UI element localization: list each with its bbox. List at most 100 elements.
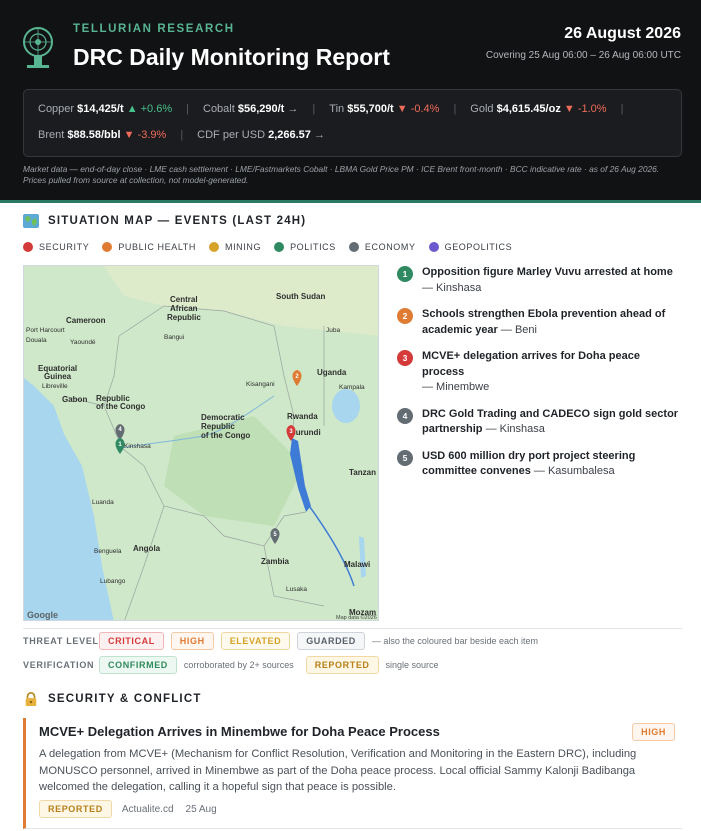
map-label-roc-2: of the Congo — [96, 402, 145, 411]
map-label-drc-1: Democratic — [201, 413, 245, 422]
reported-note: single source — [385, 660, 439, 670]
legend-politics: POLITICS — [274, 242, 336, 252]
event-title-1: Opposition figure Marley Vuvu arrested a… — [422, 266, 673, 278]
confirmed-note: corroborated by 2+ sources — [183, 660, 294, 670]
ticker-item-copper: Copper $14,425/t ▲ +0.6% — [38, 103, 173, 115]
map-label-rwanda: Rwanda — [287, 412, 318, 421]
event-title-4: DRC Gold Trading and CADECO sign gold se… — [422, 407, 679, 436]
map-label-eq-guinea-2: Guinea — [44, 372, 72, 381]
event-place-4: — Kinshasa — [485, 423, 545, 435]
security-title: SECURITY & CONFLICT — [48, 693, 202, 705]
map-city-lubango: Lubango — [100, 578, 126, 585]
event-title-3: MCVE+ delegation arrives for Doha peace … — [422, 350, 640, 378]
threat-elevated-badge: ELEVATED — [220, 632, 291, 650]
security-item-title: MCVE+ Delegation Arrives in Minembwe for… — [39, 724, 440, 739]
situation-map[interactable]: South Sudan Central African Republic Cam… — [23, 265, 379, 621]
event-place-2: — Beni — [500, 323, 537, 336]
legend-security: SECURITY — [23, 242, 89, 252]
map-city-port-harcourt: Port Harcourt — [26, 327, 65, 334]
map-label-car-1: Central — [170, 295, 198, 304]
map-city-juba: Juba — [326, 327, 340, 334]
world-map-icon — [23, 214, 39, 228]
ticker-item-gold: Gold $4,615.45/oz ▼ -1.0% — [470, 103, 607, 115]
event-place-5: — Kasumbalesa — [533, 465, 615, 477]
market-ticker: Copper $14,425/t ▲ +0.6% | Cobalt $56,290/… — [23, 89, 682, 157]
ticker-row-1: Copper $14,425/t ▲ +0.6% | Cobalt $56,290/… — [38, 103, 624, 115]
ticker-item-cdf-usd: CDF per USD 2,266.57 → — [197, 129, 325, 141]
map-attribution: Map data ©2026 — [336, 614, 377, 621]
event-number-5: 5 — [397, 449, 413, 466]
map-label-tanzania: Tanzan — [349, 468, 376, 477]
map-label-cameroon: Cameroon — [66, 316, 106, 325]
threat-critical-badge: CRITICAL — [99, 632, 164, 650]
threat-high-badge: HIGH — [170, 632, 214, 650]
reported-badge: REPORTED — [305, 656, 379, 674]
map-label-uganda: Uganda — [317, 368, 347, 377]
security-item-source[interactable]: Actualite.cd — [122, 804, 174, 815]
map-city-libreville: Libreville — [42, 383, 68, 390]
threat-guarded-badge: GUARDED — [297, 632, 365, 650]
report-date: 26 August 2026 — [564, 25, 681, 42]
map-city-bangui: Bangui — [164, 334, 184, 341]
divider — [23, 628, 682, 629]
event-number-4: 4 — [397, 407, 413, 424]
ticker-item-cobalt: Cobalt $56,290/t → — [203, 103, 299, 115]
legend-public-health: PUBLIC HEALTH — [102, 242, 196, 252]
map-city-lusaka: Lusaka — [286, 586, 307, 593]
security-item-date: 25 Aug — [185, 803, 217, 815]
security-item-footer: REPORTED Actualite.cd 25 Aug — [39, 800, 217, 818]
security-item-body: A delegation from MCVE+ (Mechanism for C… — [39, 748, 637, 794]
map-label-car-2: African — [170, 304, 198, 313]
security-item-verification-badge: REPORTED — [39, 800, 112, 818]
map-city-kisangani: Kisangani — [246, 381, 275, 388]
map-label-angola: Angola — [133, 544, 161, 553]
market-source-note: Market data — end-of-day close · LME cas… — [23, 164, 660, 185]
security-heading: SECURITY & CONFLICT — [23, 692, 202, 706]
report-header: TELLURIAN RESEARCH DRC Daily Monitoring … — [0, 0, 701, 203]
map-google-logo: Google — [27, 610, 58, 620]
brand-name: TELLURIAN RESEARCH — [73, 23, 235, 35]
threat-level-note: — also the coloured bar beside each item — [371, 636, 538, 646]
legend-mining: MINING — [208, 242, 261, 252]
event-item-1[interactable]: 1 Opposition figure Marley Vuvu arrested… — [397, 265, 682, 296]
report-title: DRC Daily Monitoring Report — [73, 44, 390, 70]
event-title-2: Schools strengthen Ebola prevention ahea… — [422, 308, 666, 336]
event-item-3[interactable]: 3 MCVE+ delegation arrives for Doha peac… — [397, 349, 682, 396]
security-item-threat-badge: HIGH — [632, 723, 675, 741]
lock-icon — [25, 692, 37, 706]
ticker-item-tin: Tin $55,700/t ▼ -0.4% — [329, 103, 440, 115]
category-legend: SECURITY PUBLIC HEALTH MINING POLITICS E… — [23, 242, 525, 252]
verification-key: VERIFICATION CONFIRMED corroborated by 2… — [23, 656, 451, 674]
tellurian-logo-icon — [23, 27, 53, 68]
coverage-window: Covering 25 Aug 06:00 – 26 Aug 06:00 UTC — [485, 50, 681, 61]
map-city-kinshasa: Kinshasa — [124, 443, 151, 450]
event-item-2[interactable]: 2 Schools strengthen Ebola prevention ah… — [397, 307, 682, 338]
event-number-1: 1 — [397, 266, 413, 282]
event-item-4[interactable]: 4 DRC Gold Trading and CADECO sign gold … — [397, 407, 682, 438]
map-label-drc-3: of the Congo — [201, 431, 250, 440]
event-item-5[interactable]: 5 USD 600 million dry port project steer… — [397, 449, 682, 480]
map-city-benguela: Benguela — [94, 548, 122, 555]
map-label-south-sudan: South Sudan — [276, 292, 325, 301]
map-city-yaounde: Yaoundé — [70, 339, 96, 346]
map-label-gabon: Gabon — [62, 395, 87, 404]
event-number-2: 2 — [397, 308, 413, 324]
legend-economy: ECONOMY — [348, 242, 416, 252]
map-label-malawi: Malawi — [344, 560, 370, 569]
map-city-kampala: Kampala — [339, 384, 365, 391]
event-list: 1 Opposition figure Marley Vuvu arrested… — [397, 265, 682, 491]
event-number-3: 3 — [397, 350, 413, 366]
map-label-zambia: Zambia — [261, 557, 290, 566]
threat-level-label: THREAT LEVEL — [23, 636, 99, 646]
ticker-item-brent: Brent $88.58/bbl ▼ -3.9% — [38, 129, 167, 141]
map-city-douala: Douala — [26, 337, 47, 344]
map-label-car-3: Republic — [167, 313, 201, 322]
threat-level-key: THREAT LEVEL CRITICAL HIGH ELEVATED GUAR… — [23, 632, 550, 650]
event-place-3: — Minembwe — [422, 381, 490, 393]
situation-map-title: SITUATION MAP — EVENTS (LAST 24H) — [48, 215, 307, 227]
map-label-drc-2: Republic — [201, 422, 235, 431]
confirmed-badge: CONFIRMED — [99, 656, 177, 674]
security-item-card[interactable]: MCVE+ Delegation Arrives in Minembwe for… — [23, 718, 682, 829]
event-place-1: — Kinshasa — [422, 281, 482, 294]
map-city-luanda: Luanda — [92, 499, 114, 506]
